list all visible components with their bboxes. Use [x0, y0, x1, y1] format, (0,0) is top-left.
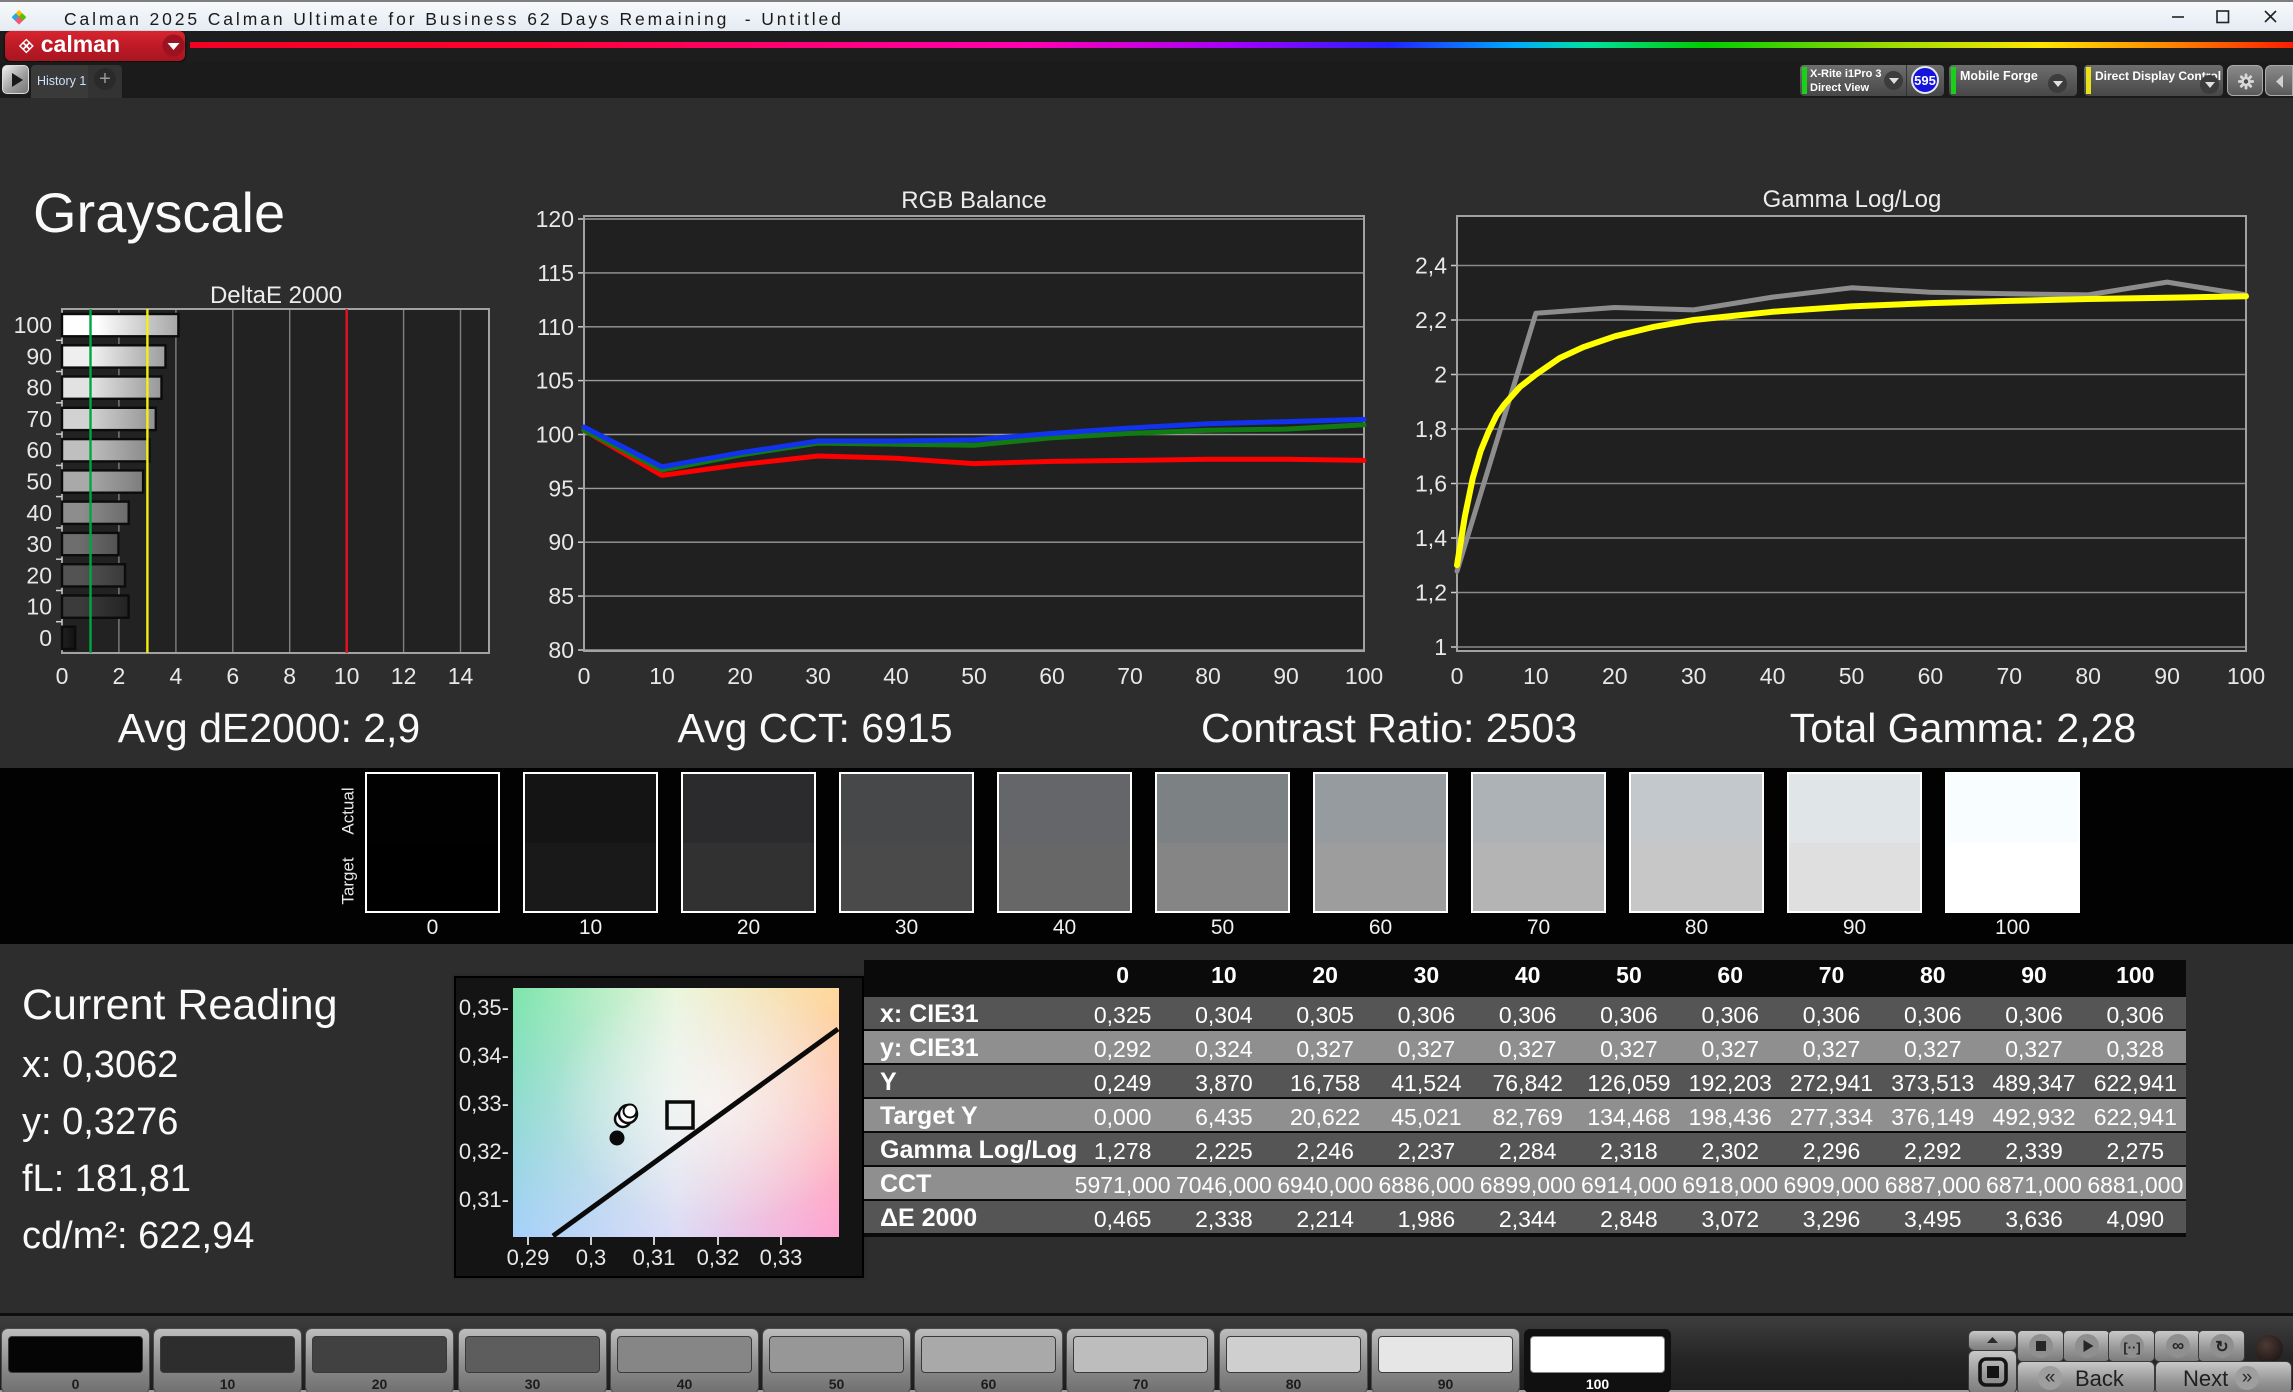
svg-text:6: 6 [226, 663, 239, 689]
svg-text:0,31: 0,31 [633, 1245, 676, 1270]
svg-text:100: 100 [1345, 663, 1383, 689]
svg-text:20: 20 [26, 562, 52, 588]
svg-text:0: 0 [39, 625, 52, 651]
svg-text:80: 80 [26, 375, 52, 401]
svg-text:12: 12 [391, 663, 417, 689]
svg-text:100: 100 [2227, 663, 2265, 689]
svg-text:90: 90 [1273, 663, 1299, 689]
svg-text:∞: ∞ [2172, 1336, 2184, 1355]
svg-text:115: 115 [537, 260, 574, 286]
svg-text:0,35-: 0,35- [459, 995, 509, 1020]
svg-text:0: 0 [578, 663, 591, 689]
svg-text:100: 100 [14, 312, 52, 338]
svg-text:80: 80 [1195, 663, 1221, 689]
svg-text:Total Gamma: 2,28: Total Gamma: 2,28 [1790, 705, 2136, 751]
svg-text:2: 2 [113, 663, 126, 689]
svg-text:70: 70 [26, 406, 52, 432]
svg-text:40: 40 [26, 500, 52, 526]
svg-text:60: 60 [26, 437, 52, 463]
svg-text:70: 70 [1997, 663, 2023, 689]
svg-text:80: 80 [548, 637, 574, 663]
svg-text:2,2: 2,2 [1415, 307, 1447, 333]
svg-text:0,33: 0,33 [760, 1245, 803, 1270]
svg-text:Gamma Log/Log: Gamma Log/Log [1763, 186, 1942, 213]
svg-text:90: 90 [26, 343, 52, 369]
svg-text:DeltaE 2000: DeltaE 2000 [210, 282, 342, 309]
svg-text:95: 95 [548, 475, 574, 501]
svg-text:40: 40 [1760, 663, 1786, 689]
svg-text:30: 30 [805, 663, 831, 689]
svg-text:Grayscale: Grayscale [33, 181, 285, 244]
svg-text:50: 50 [1839, 663, 1865, 689]
svg-text:30: 30 [26, 531, 52, 557]
svg-text:2: 2 [1434, 362, 1447, 388]
svg-text:0: 0 [1451, 663, 1464, 689]
svg-text:1: 1 [1434, 634, 1447, 660]
svg-text:0,34-: 0,34- [459, 1043, 509, 1068]
svg-text:85: 85 [548, 583, 574, 609]
svg-text:90: 90 [2154, 663, 2180, 689]
svg-text:60: 60 [1039, 663, 1065, 689]
svg-text:80: 80 [2075, 663, 2101, 689]
svg-text:2,4: 2,4 [1415, 253, 1447, 279]
svg-text:4: 4 [170, 663, 183, 689]
svg-text:0,32: 0,32 [697, 1245, 740, 1270]
svg-text:10: 10 [1523, 663, 1549, 689]
svg-text:70: 70 [1117, 663, 1143, 689]
svg-text:1,6: 1,6 [1415, 471, 1447, 497]
svg-text:120: 120 [536, 206, 574, 232]
svg-text:60: 60 [1918, 663, 1944, 689]
svg-text:1,8: 1,8 [1415, 416, 1447, 442]
svg-text:8: 8 [283, 663, 296, 689]
svg-text:RGB Balance: RGB Balance [901, 187, 1046, 214]
svg-text:105: 105 [536, 368, 574, 394]
svg-text:[··]: [··] [2123, 1340, 2140, 1355]
svg-text:0,3: 0,3 [576, 1245, 607, 1270]
svg-text:30: 30 [1681, 663, 1707, 689]
svg-text:20: 20 [1602, 663, 1628, 689]
svg-text:0: 0 [56, 663, 69, 689]
svg-text:0,29: 0,29 [507, 1245, 550, 1270]
svg-text:50: 50 [961, 663, 987, 689]
svg-text:14: 14 [448, 663, 474, 689]
svg-text:50: 50 [26, 469, 52, 495]
svg-text:20: 20 [727, 663, 753, 689]
svg-text:0,32-: 0,32- [459, 1139, 509, 1164]
svg-text:90: 90 [548, 529, 574, 555]
svg-text:10: 10 [334, 663, 360, 689]
svg-text:10: 10 [649, 663, 675, 689]
svg-text:↻: ↻ [2215, 1339, 2228, 1356]
svg-text:Contrast Ratio: 2503: Contrast Ratio: 2503 [1201, 705, 1577, 751]
svg-text:1,2: 1,2 [1415, 580, 1447, 606]
svg-text:10: 10 [26, 594, 52, 620]
svg-text:1,4: 1,4 [1415, 525, 1447, 551]
svg-text:110: 110 [537, 314, 574, 340]
svg-text:Avg CCT: 6915: Avg CCT: 6915 [677, 705, 952, 751]
svg-text:0,31-: 0,31- [459, 1187, 509, 1212]
svg-text:Avg dE2000: 2,9: Avg dE2000: 2,9 [118, 705, 420, 751]
svg-text:40: 40 [883, 663, 909, 689]
svg-text:100: 100 [536, 422, 574, 448]
svg-text:0,33-: 0,33- [459, 1091, 509, 1116]
